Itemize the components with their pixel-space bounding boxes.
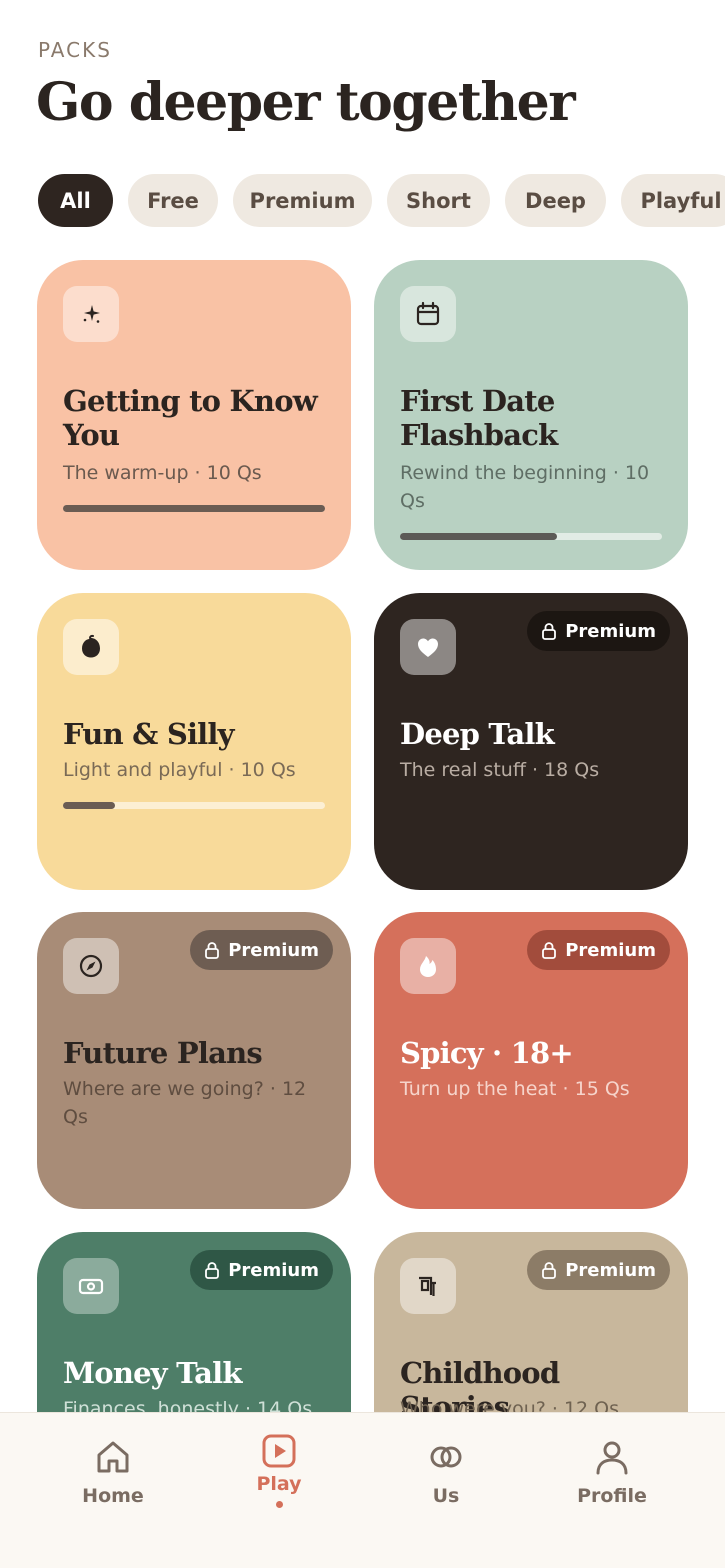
tab-profile[interactable]: Profile <box>552 1437 672 1507</box>
pack-card-fun-and-silly[interactable]: Fun & Silly Light and playful · 10 Qs <box>37 593 351 890</box>
premium-badge: Premium <box>527 611 670 651</box>
tab-label: Play <box>256 1473 302 1495</box>
section-eyebrow: PACKS <box>38 38 112 62</box>
tab-label: Us <box>432 1485 460 1507</box>
pack-subtitle: The warm-up · 10 Qs <box>63 462 262 484</box>
pack-subtitle: Rewind the beginning · 10 Qs <box>400 462 650 512</box>
pack-title: First Date Flashback <box>400 384 558 452</box>
profile-icon <box>596 1441 628 1475</box>
pack-progress <box>400 533 662 540</box>
pack-subtitle: The real stuff · 18 Qs <box>400 759 600 781</box>
premium-badge-label: Premium <box>228 939 319 961</box>
tab-label: Home <box>82 1485 144 1507</box>
rings-icon <box>430 1446 462 1468</box>
home-icon <box>97 1441 129 1473</box>
filter-chip-all[interactable]: All <box>38 174 113 227</box>
lock-icon <box>542 623 557 640</box>
sparkle-icon <box>63 286 119 342</box>
premium-badge-label: Premium <box>228 1259 319 1281</box>
tab-home[interactable]: Home <box>53 1437 173 1507</box>
premium-badge: Premium <box>527 1250 670 1290</box>
pack-subtitle: Turn up the heat · 15 Qs <box>400 1078 630 1100</box>
pack-progress <box>63 505 325 512</box>
premium-badge: Premium <box>190 930 333 970</box>
filter-chip-short[interactable]: Short <box>387 174 490 227</box>
filter-chip-premium[interactable]: Premium <box>233 174 372 227</box>
premium-badge: Premium <box>190 1250 333 1290</box>
filter-chips: All Free Premium Short Deep Playful <box>38 174 725 227</box>
bottom-tab-bar: Home Play Us Profile <box>0 1412 725 1568</box>
active-indicator <box>275 1501 283 1508</box>
lock-icon <box>205 942 220 959</box>
pack-card-first-date-flashback[interactable]: First Date Flashback Rewind the beginnin… <box>374 260 688 570</box>
premium-badge: Premium <box>527 930 670 970</box>
filter-chip-free[interactable]: Free <box>128 174 218 227</box>
play-icon <box>262 1434 296 1468</box>
lock-icon <box>542 1262 557 1279</box>
pack-title: Spicy · 18+ <box>400 1036 574 1070</box>
calendar-icon <box>400 286 456 342</box>
tab-label: Profile <box>577 1485 647 1507</box>
pack-card-deep-talk[interactable]: Premium Deep Talk The real stuff · 18 Qs <box>374 593 688 890</box>
pack-subtitle: Light and playful · 10 Qs <box>63 759 296 781</box>
pack-subtitle: Where are we going? · 12 Qs <box>63 1078 307 1128</box>
pack-title: Fun & Silly <box>63 717 234 751</box>
tab-us[interactable]: Us <box>386 1437 506 1507</box>
money-icon <box>63 1258 119 1314</box>
page-title: Go deeper together <box>36 72 576 133</box>
blob-icon <box>63 619 119 675</box>
pack-title: Future Plans <box>63 1036 263 1070</box>
pack-card-future-plans[interactable]: Premium Future Plans Where are we going?… <box>37 912 351 1209</box>
premium-badge-label: Premium <box>565 620 656 642</box>
heart-icon <box>400 619 456 675</box>
filter-chip-deep[interactable]: Deep <box>505 174 606 227</box>
pack-card-spicy[interactable]: Premium Spicy · 18+ Turn up the heat · 1… <box>374 912 688 1209</box>
pack-card-getting-to-know-you[interactable]: Getting to Know You The warm-up · 10 Qs <box>37 260 351 570</box>
tab-play[interactable]: Play <box>219 1431 339 1508</box>
premium-badge-label: Premium <box>565 939 656 961</box>
compass-icon <box>63 938 119 994</box>
pack-title: Money Talk <box>63 1356 242 1390</box>
pack-title: Getting to Know You <box>63 384 318 452</box>
lock-icon <box>542 942 557 959</box>
filter-chip-playful[interactable]: Playful <box>621 174 725 227</box>
flame-icon <box>400 938 456 994</box>
pack-title: Deep Talk <box>400 717 555 751</box>
premium-badge-label: Premium <box>565 1259 656 1281</box>
pack-progress <box>63 802 325 809</box>
book-icon <box>400 1258 456 1314</box>
lock-icon <box>205 1262 220 1279</box>
